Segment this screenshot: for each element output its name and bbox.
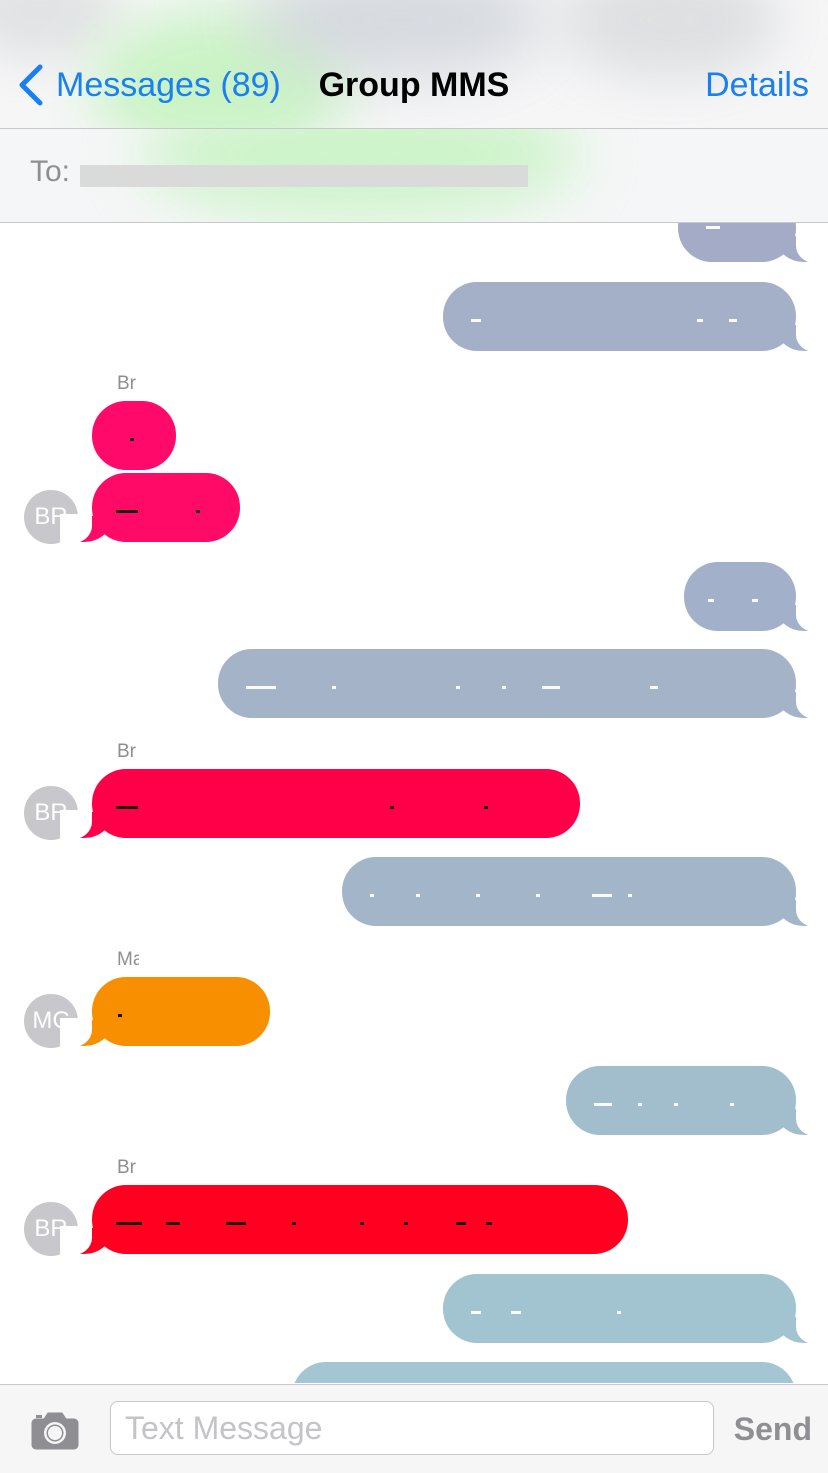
message-thread[interactable]: Br BR Br BR Ma MC Br BR xyxy=(0,223,828,1383)
sender-name: Br xyxy=(117,741,136,762)
camera-icon[interactable] xyxy=(30,1409,80,1451)
compose-bar: Send xyxy=(0,1384,828,1473)
received-message-bubble[interactable] xyxy=(60,473,240,544)
conversation-title-text: Group MMS xyxy=(318,66,510,104)
sent-message-bubble[interactable] xyxy=(443,1274,828,1345)
sent-message-bubble[interactable] xyxy=(566,1066,828,1137)
sender-name: Ma xyxy=(117,949,139,970)
received-message-bubble[interactable] xyxy=(60,1185,628,1256)
sent-message-bubble[interactable] xyxy=(292,1362,796,1383)
message-input[interactable] xyxy=(110,1401,714,1455)
sent-message-bubble[interactable] xyxy=(678,223,828,264)
sent-message-bubble[interactable] xyxy=(443,282,828,353)
to-label: To: xyxy=(30,155,71,188)
navigation-bar: Messages (89) Group MMS Details xyxy=(0,0,828,129)
sender-name: Br xyxy=(117,373,136,394)
sender-name: Br xyxy=(117,1157,136,1178)
details-button[interactable]: Details xyxy=(705,66,809,105)
received-message-bubble[interactable] xyxy=(60,977,270,1048)
sent-message-bubble[interactable] xyxy=(218,649,828,720)
send-button[interactable]: Send xyxy=(734,1411,812,1448)
received-message-bubble[interactable] xyxy=(60,769,580,840)
conversation-title: Group MMS xyxy=(0,66,828,105)
received-message-bubble[interactable] xyxy=(92,401,176,470)
sent-message-bubble[interactable] xyxy=(684,562,828,633)
recipients-redaction xyxy=(80,165,528,187)
sent-message-bubble[interactable] xyxy=(342,857,828,928)
